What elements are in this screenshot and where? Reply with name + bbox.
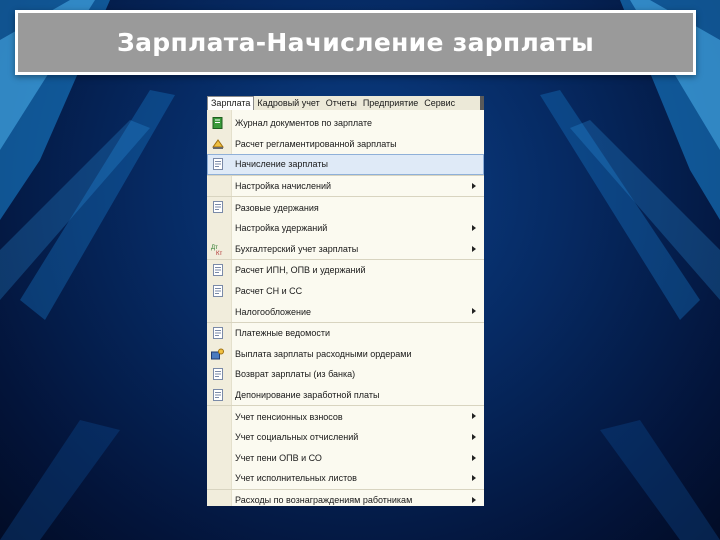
document-icon xyxy=(211,326,224,339)
document-icon xyxy=(211,264,224,277)
menu-item-label: Расчет ИПН, ОПВ и удержаний xyxy=(235,265,366,276)
submenu-arrow-icon xyxy=(472,245,476,252)
menu-item-label: Учет пени ОПВ и СО xyxy=(235,452,322,463)
menu-list: Журнал документов по зарплате Расчет регл… xyxy=(207,110,484,506)
menu-item-label: Платежные ведомости xyxy=(235,328,331,339)
submenu-arrow-icon xyxy=(472,413,476,420)
submenu-arrow-icon xyxy=(472,308,476,315)
menu-item-label: Учет исполнительных листов xyxy=(235,473,357,484)
menu-item-label: Расходы по вознаграждениям работникам xyxy=(235,494,413,505)
menu-item-label: Учет социальных отчислений xyxy=(235,432,359,443)
app-window-screenshot: Зарплата Кадровый учет Отчеты Предприятие Се… xyxy=(207,96,484,506)
menu-item[interactable]: Журнал документов по зарплате xyxy=(207,113,484,134)
menu-item-label: Бухгалтерский учет зарплаты xyxy=(235,243,359,254)
menu-item[interactable]: Настройка начислений xyxy=(207,174,484,197)
menu-item[interactable]: Разовые удержания xyxy=(207,196,484,218)
menu-item[interactable]: Возврат зарплаты (из банка) xyxy=(207,364,484,385)
menu-item-label: Выплата зарплаты расходными ордерами xyxy=(235,348,412,359)
menu-item[interactable]: Расчет СН и СС xyxy=(207,281,484,302)
menu-item-label: Расчет регламентированной зарплаты xyxy=(235,138,397,149)
menu-item-label: Начисление зарплаты xyxy=(235,159,328,170)
menu-item[interactable]: Настройка удержаний xyxy=(207,218,484,239)
menubar-item[interactable]: Отчеты xyxy=(323,96,360,110)
dropdown-menu: Журнал документов по зарплате Расчет регл… xyxy=(207,110,484,506)
menu-item-label: Возврат зарплаты (из банка) xyxy=(235,369,356,380)
window-edge xyxy=(480,96,484,110)
calculator-icon xyxy=(211,138,224,150)
menu-item[interactable]: Налогообложение xyxy=(207,301,484,322)
menu-item[interactable]: Учет социальных отчислений xyxy=(207,427,484,448)
menu-item-label: Настройка начислений xyxy=(235,181,332,192)
menu-item-label: Расчет СН и СС xyxy=(235,286,303,297)
menu-item[interactable]: Учет исполнительных листов xyxy=(207,468,484,489)
menu-item[interactable]: Выплата зарплаты расходными ордерами xyxy=(207,344,484,365)
menubar-item[interactable]: Зарплата xyxy=(207,96,255,110)
document-icon xyxy=(211,201,224,214)
menu-item-label: Настройка удержаний xyxy=(235,223,328,234)
debit-credit-icon: Дт Кт xyxy=(211,243,224,255)
menu-item[interactable]: Учет пени ОПВ и СО xyxy=(207,448,484,469)
submenu-arrow-icon xyxy=(472,224,476,231)
svg-text:Кт: Кт xyxy=(216,251,222,255)
menubar-item[interactable]: Предприятие xyxy=(360,96,421,110)
menu-item[interactable]: Платежные ведомости xyxy=(207,321,484,344)
submenu-arrow-icon xyxy=(472,496,476,503)
submenu-arrow-icon xyxy=(472,182,476,189)
menu-item[interactable]: Расчет регламентированной зарплаты xyxy=(207,134,484,155)
menu-item[interactable]: Учет пенсионных взносов xyxy=(207,405,484,427)
journal-icon xyxy=(211,117,224,129)
menu-item-label: Разовые удержания xyxy=(235,202,319,213)
submenu-arrow-icon xyxy=(472,475,476,482)
menubar-item[interactable]: Кадровый учет xyxy=(254,96,322,110)
slide-title: Зарплата-Начисление зарплаты xyxy=(117,28,594,57)
menu-item-label: Журнал документов по зарплате xyxy=(235,118,372,129)
payment-icon xyxy=(211,348,224,360)
menu-bar: Зарплата Кадровый учет Отчеты Предприятие Се… xyxy=(207,96,484,111)
slide-title-box: Зарплата-Начисление зарплаты xyxy=(15,10,696,75)
menu-item[interactable]: Расчет ИПН, ОПВ и удержаний xyxy=(207,259,484,281)
menu-item-label: Налогообложение xyxy=(235,306,311,317)
document-icon xyxy=(211,158,224,171)
document-icon xyxy=(211,284,224,297)
document-icon xyxy=(211,368,224,381)
document-icon xyxy=(211,388,224,401)
menu-item-label: Учет пенсионных взносов xyxy=(235,411,343,422)
menu-item-label: Депонирование заработной платы xyxy=(235,390,380,401)
submenu-arrow-icon xyxy=(472,454,476,461)
menu-item[interactable]: Расходы по вознаграждениям работникам xyxy=(207,488,484,506)
menubar-item[interactable]: Сервис xyxy=(421,96,458,110)
menu-item[interactable]: Начисление зарплаты xyxy=(207,154,484,175)
menu-item[interactable]: Дт Кт Бухгалтерский учет зарплаты xyxy=(207,239,484,260)
submenu-arrow-icon xyxy=(472,433,476,440)
menu-item[interactable]: Депонирование заработной платы xyxy=(207,385,484,406)
